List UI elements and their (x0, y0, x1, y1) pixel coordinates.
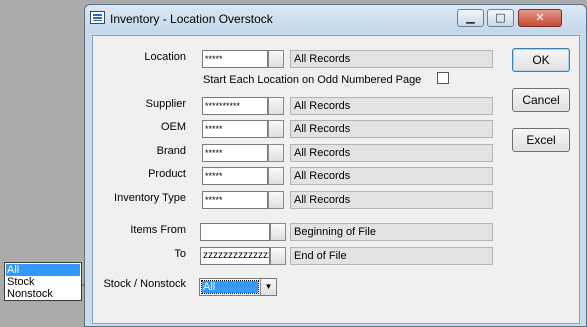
brand-lookup-button[interactable] (268, 144, 284, 162)
close-button[interactable]: ✕ (518, 9, 562, 27)
items-to-label: To (174, 248, 186, 260)
oem-lookup-button[interactable] (268, 120, 284, 138)
items-from-lookup-button[interactable] (270, 223, 286, 241)
oem-description: All Records (290, 120, 493, 138)
oem-label: OEM (160, 121, 186, 133)
supplier-description: All Records (290, 97, 493, 115)
product-description: All Records (290, 167, 493, 185)
maximize-button[interactable]: □ (487, 9, 514, 27)
inventory-type-lookup-button[interactable] (268, 191, 284, 209)
option-stock[interactable]: Stock (6, 276, 80, 288)
supplier-lookup-button[interactable] (268, 97, 284, 115)
app-icon (90, 11, 105, 24)
option-nonstock[interactable]: Nonstock (6, 288, 80, 300)
stock-options-list[interactable]: All Stock Nonstock (4, 262, 82, 301)
stock-nonstock-label: Stock / Nonstock (103, 278, 186, 290)
items-to-lookup-button[interactable] (270, 247, 286, 265)
brand-label: Brand (156, 145, 186, 157)
option-all[interactable]: All (6, 264, 80, 276)
dialog-window: Inventory - Location Overstock ▁ □ ✕ Loc… (84, 4, 587, 327)
items-from-description: Beginning of File (290, 223, 493, 241)
product-input[interactable]: ***** (202, 167, 268, 185)
location-description: All Records (290, 50, 493, 68)
location-lookup-button[interactable] (268, 50, 284, 68)
inventory-type-input[interactable]: ***** (202, 191, 268, 209)
title-bar[interactable]: Inventory - Location Overstock ▁ □ ✕ (85, 5, 586, 33)
items-from-input[interactable] (200, 223, 270, 241)
odd-page-checkbox[interactable] (437, 72, 449, 84)
window-title: Inventory - Location Overstock (110, 12, 273, 26)
location-label: Location (144, 51, 186, 63)
supplier-label: Supplier (145, 98, 186, 110)
excel-button[interactable]: Excel (512, 128, 570, 152)
cancel-button[interactable]: Cancel (512, 88, 570, 112)
dialog-body: Location ***** All Records Start Each Lo… (92, 35, 580, 324)
product-lookup-button[interactable] (268, 167, 284, 185)
brand-input[interactable]: ***** (202, 144, 268, 162)
items-to-input[interactable]: zzzzzzzzzzzzzz (200, 247, 270, 265)
ok-button[interactable]: OK (512, 48, 570, 72)
odd-page-label: Start Each Location on Odd Numbered Page (203, 74, 422, 86)
stock-nonstock-value: All (201, 280, 259, 294)
brand-description: All Records (290, 144, 493, 162)
chevron-down-icon[interactable]: ▼ (260, 279, 276, 295)
inventory-type-label: Inventory Type (114, 192, 186, 204)
supplier-input[interactable]: ********** (202, 97, 268, 115)
minimize-button[interactable]: ▁ (457, 9, 484, 27)
stock-nonstock-select[interactable]: All ▼ (199, 278, 277, 296)
location-input[interactable]: ***** (202, 50, 268, 68)
items-to-description: End of File (290, 247, 493, 265)
inventory-type-description: All Records (290, 191, 493, 209)
product-label: Product (148, 168, 186, 180)
oem-input[interactable]: ***** (202, 120, 268, 138)
items-from-label: Items From (130, 224, 186, 236)
